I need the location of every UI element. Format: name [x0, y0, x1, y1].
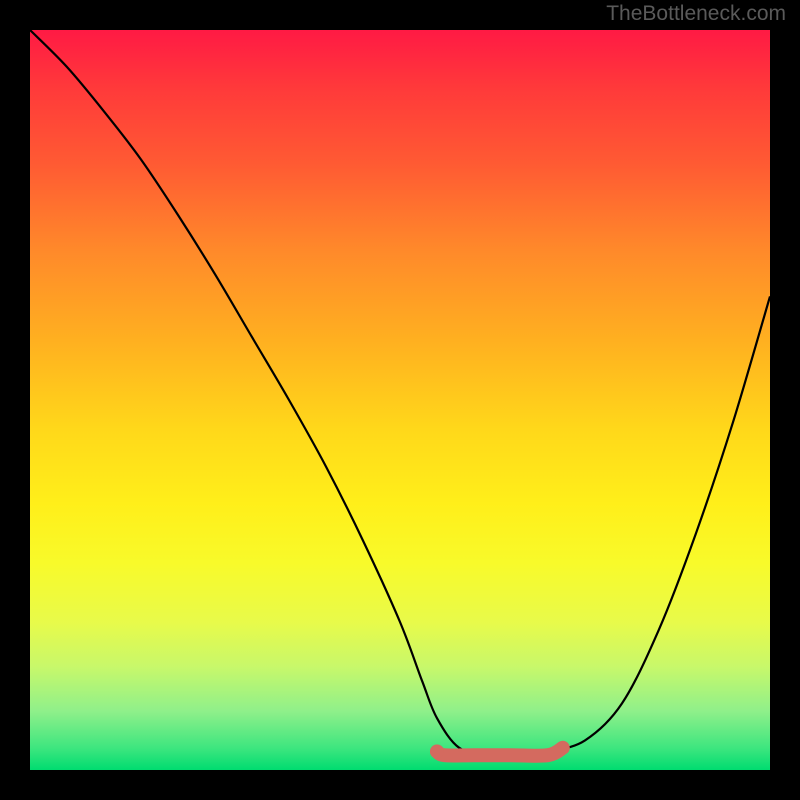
chart-container: TheBottleneck.com	[0, 0, 800, 800]
highlight-segment	[437, 748, 563, 756]
watermark-text: TheBottleneck.com	[606, 2, 786, 26]
curve-svg	[30, 30, 770, 770]
highlight-dot	[430, 745, 444, 759]
main-curve	[30, 30, 770, 756]
plot-area	[30, 30, 770, 770]
